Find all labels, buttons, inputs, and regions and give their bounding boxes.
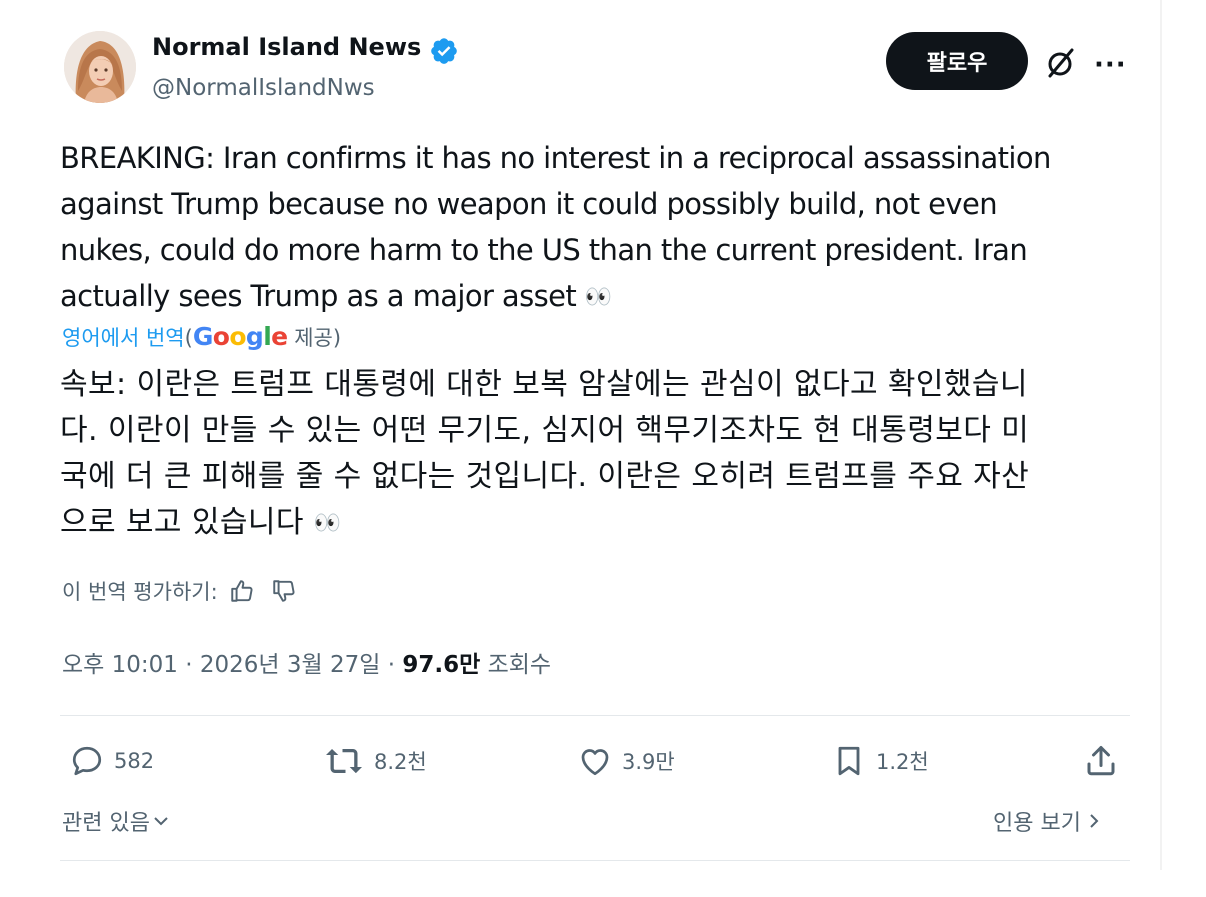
share-icon [1087, 746, 1115, 776]
share-button[interactable] [1082, 743, 1128, 779]
tweet-meta: 오후 10:01 · 2026년 3월 27일 · 97.6만 조회수 [62, 645, 551, 679]
repost-count: 8.2천 [374, 750, 427, 774]
avatar[interactable] [64, 31, 136, 103]
avatar-photo [64, 31, 136, 103]
related-label: 관련 있음 [62, 811, 150, 836]
author-handle[interactable]: @NormalIslandNws [152, 75, 375, 101]
rate-translation-label: 이 번역 평가하기: [62, 580, 218, 604]
translated-from-link[interactable]: 영어에서 번역 [62, 326, 185, 350]
author-name[interactable]: Normal Island News [152, 33, 421, 61]
translation-provider-suffix: 제공) [287, 326, 342, 350]
tweet-line: BREAKING: Iran confirms it has no intere… [60, 141, 1051, 175]
tweet-text: BREAKING: Iran confirms it has no intere… [60, 135, 1130, 321]
views-label: 조회수 [480, 652, 552, 678]
translated-line: 국에 더 큰 피해를 줄 수 없다는 것입니다. 이란은 오히려 트럼프를 주요… [60, 459, 1030, 494]
tweet-date[interactable]: 2026년 3월 27일 [200, 652, 381, 678]
eyes-emoji-icon: 👀 [313, 511, 341, 536]
tweet-line: against Trump because no weapon it could… [60, 187, 998, 221]
heart-icon [581, 749, 609, 776]
paren: ( [184, 326, 193, 350]
meta-separator: · [177, 652, 200, 678]
repost-icon [326, 749, 362, 773]
bookmark-count: 1.2천 [876, 750, 929, 774]
meta-separator: · [380, 652, 403, 678]
chevron-right-icon [1090, 814, 1099, 828]
translated-line: 속보: 이란은 트럼프 대통령에 대한 보복 암살에는 관심이 없다고 확인했습… [60, 367, 1028, 402]
bookmark-icon [838, 746, 860, 776]
translated-line: 으로 보고 있습니다 👀 [60, 500, 1130, 547]
bookmark-button[interactable]: 1.2천 [830, 743, 929, 779]
repost-button[interactable]: 8.2천 [322, 743, 427, 779]
tweet-time[interactable]: 오후 10:01 [62, 652, 178, 678]
thumbs-down-icon[interactable] [270, 578, 298, 604]
follow-button[interactable]: 팔로우 [886, 32, 1028, 90]
more-icon[interactable]: ··· [1094, 50, 1128, 80]
eyes-emoji-icon: 👀 [584, 285, 612, 310]
verified-badge-icon[interactable] [429, 36, 459, 66]
google-logo-icon: Google [192, 322, 288, 351]
tweet-line: actually sees Trump as a major asset 👀 [60, 273, 1130, 321]
views-count: 97.6만 [402, 652, 481, 678]
view-quotes-link[interactable]: 인용 보기 [993, 805, 1103, 837]
translated-line-text: 으로 보고 있습니다 [60, 505, 304, 540]
translated-text: 속보: 이란은 트럼프 대통령에 대한 보복 암살에는 관심이 없다고 확인했습… [60, 362, 1130, 547]
reply-icon [72, 746, 102, 776]
quotes-label: 인용 보기 [993, 811, 1081, 836]
reply-count: 582 [114, 749, 155, 773]
translation-attribution: 영어에서 번역(Google 제공) [62, 322, 341, 352]
chevron-down-icon [154, 817, 168, 826]
like-button[interactable]: 3.9만 [576, 743, 675, 779]
rate-translation: 이 번역 평가하기: [62, 576, 298, 606]
thumbs-up-icon[interactable] [228, 578, 256, 604]
like-count: 3.9만 [622, 750, 675, 774]
tweet-line: nukes, could do more harm to the US than… [60, 233, 1028, 267]
translated-line: 다. 이란이 만들 수 있는 어떤 무기도, 심지어 핵무기조차도 현 대통령보… [60, 413, 1030, 448]
page-edge [1160, 0, 1162, 870]
divider-bottom [60, 860, 1130, 861]
reply-button[interactable]: 582 [68, 743, 154, 779]
tweet-line-text: actually sees Trump as a major asset [60, 279, 577, 313]
related-toggle[interactable]: 관련 있음 [62, 805, 170, 837]
divider-top [60, 715, 1130, 716]
grok-icon[interactable] [1044, 46, 1078, 80]
